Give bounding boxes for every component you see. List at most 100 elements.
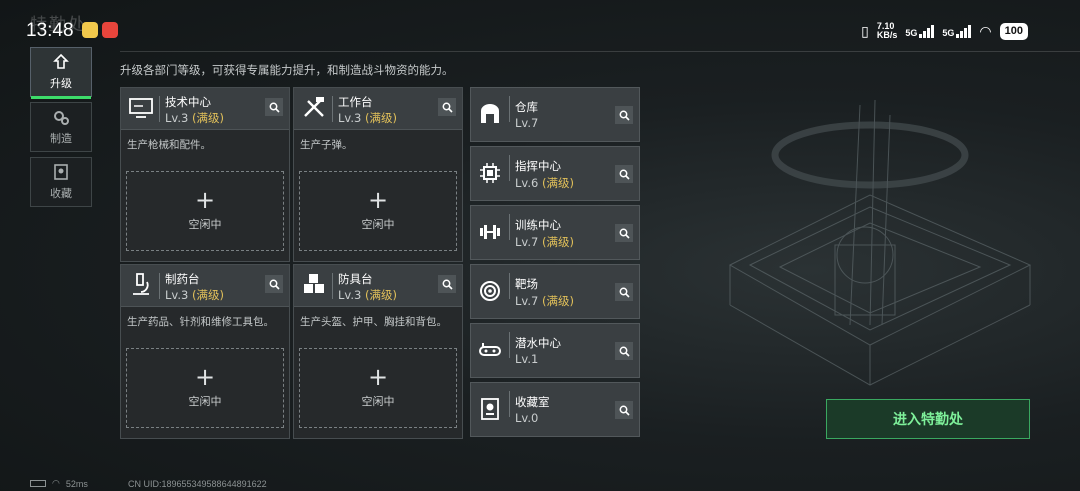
facility-row-diving-center[interactable]: 潜水中心 Lv.1 xyxy=(470,323,640,378)
chip-icon xyxy=(480,163,500,183)
nav-label: 收藏 xyxy=(50,187,72,200)
facility-level: Lv.3 xyxy=(338,288,362,302)
facility-card-pharmacy[interactable]: 制药台 Lv.3 (满级) 生产药品、针剂和维修工具包。 + 空闲中 xyxy=(120,264,290,439)
production-slot[interactable]: + 空闲中 xyxy=(126,348,284,428)
app-notification-icon xyxy=(102,22,118,38)
production-slot[interactable]: + 空闲中 xyxy=(299,171,457,251)
facility-level: Lv.7 xyxy=(515,294,539,308)
status-indicators: ▯ 7.10 KB/s 5G 5G ◠ 100 xyxy=(861,22,1028,40)
facility-level: Lv.3 xyxy=(165,288,189,302)
nav-upgrade[interactable]: 升级 xyxy=(30,47,92,99)
facility-description: 生产药品、针剂和维修工具包。 xyxy=(127,316,274,328)
search-button[interactable] xyxy=(615,106,633,124)
base-wireframe-art xyxy=(728,99,1032,386)
facility-row-command-center[interactable]: 指挥中心 Lv.6 (满级) xyxy=(470,146,640,201)
battery-indicator: 100 xyxy=(999,22,1028,40)
max-badge: (满级) xyxy=(191,288,224,302)
slot-status: 空闲中 xyxy=(188,218,222,231)
facility-name: 指挥中心 xyxy=(515,159,561,173)
trophy-icon xyxy=(481,398,499,420)
status-time: 13:48 xyxy=(26,20,74,41)
facility-name: 技术中心 xyxy=(165,95,211,109)
search-icon xyxy=(619,228,630,239)
facility-card-workbench[interactable]: 工作台 Lv.3 (满级) 生产子弹。 + 空闲中 xyxy=(293,87,463,262)
search-button[interactable] xyxy=(265,275,283,293)
search-button[interactable] xyxy=(615,401,633,419)
search-button[interactable] xyxy=(265,98,283,116)
nav-craft[interactable]: 制造 xyxy=(30,102,92,152)
max-badge: (满级) xyxy=(364,111,397,125)
production-slot[interactable]: + 空闲中 xyxy=(299,348,457,428)
slot-status: 空闲中 xyxy=(361,395,395,408)
plus-icon: + xyxy=(367,363,389,391)
nav-label: 升级 xyxy=(50,77,72,90)
monitor-icon xyxy=(129,98,153,118)
facility-row-warehouse[interactable]: 仓库 Lv.7 xyxy=(470,87,640,142)
diving-icon xyxy=(479,343,501,356)
facility-row-training-center[interactable]: 训练中心 Lv.7 (满级) xyxy=(470,205,640,260)
cubes-icon xyxy=(304,274,324,293)
slot-status: 空闲中 xyxy=(188,395,222,408)
facility-row-shooting-range[interactable]: 靶场 Lv.7 (满级) xyxy=(470,264,640,319)
facility-level: Lv.7 xyxy=(515,235,539,249)
microscope-icon xyxy=(133,273,149,295)
nav-collection[interactable]: 收藏 xyxy=(30,157,92,207)
slot-status: 空闲中 xyxy=(361,218,395,231)
search-icon xyxy=(619,110,630,121)
tools-icon xyxy=(304,97,324,117)
production-slot[interactable]: + 空闲中 xyxy=(126,171,284,251)
enter-special-ops-button[interactable]: 进入特勤处 xyxy=(826,399,1030,439)
search-button[interactable] xyxy=(615,224,633,242)
facility-level: Lv.3 xyxy=(165,111,189,125)
facility-name: 仓库 xyxy=(515,100,538,114)
plus-icon: + xyxy=(194,186,216,214)
facility-name: 防具台 xyxy=(338,272,373,286)
facility-name: 制药台 xyxy=(165,272,200,286)
ping-value: 52ms xyxy=(65,478,88,489)
warehouse-icon xyxy=(481,104,499,123)
search-button[interactable] xyxy=(615,165,633,183)
page-description: 升级各部门等级，可获得专属能力提升，和制造战斗物资的能力。 xyxy=(120,63,454,77)
facility-row-collection-room[interactable]: 收藏室 Lv.0 xyxy=(470,382,640,437)
search-button[interactable] xyxy=(438,98,456,116)
wifi-icon: ◠ xyxy=(979,22,992,39)
facility-name: 训练中心 xyxy=(515,218,561,232)
search-icon xyxy=(619,287,630,298)
facility-level: Lv.0 xyxy=(515,411,539,425)
facility-level: Lv.6 xyxy=(515,176,539,190)
plus-icon: + xyxy=(194,363,216,391)
player-uid: CN UID:18965534958864489162​2 xyxy=(128,479,267,489)
search-icon xyxy=(442,102,453,113)
wifi-icon: ◠ xyxy=(52,478,60,488)
facility-card-armor-bench[interactable]: 防具台 Lv.3 (满级) 生产头盔、护甲、胸挂和背包。 + 空闲中 xyxy=(293,264,463,439)
search-icon xyxy=(619,169,630,180)
search-icon xyxy=(269,102,280,113)
facility-level: Lv.7 xyxy=(515,116,539,130)
vibrate-icon: ▯ xyxy=(861,22,869,39)
sim1-label: 5G xyxy=(905,27,918,38)
nav-label: 制造 xyxy=(50,132,72,145)
app-notification-icon xyxy=(82,22,98,38)
facility-description: 生产子弹。 xyxy=(300,139,353,151)
max-badge: (满级) xyxy=(541,294,574,308)
facility-name: 潜水中心 xyxy=(515,336,561,350)
header-divider xyxy=(120,51,1080,52)
facility-card-tech-center[interactable]: 技术中心 Lv.3 (满级) 生产枪械和配件。 + 空闲中 xyxy=(120,87,290,262)
plus-icon: + xyxy=(367,186,389,214)
facility-name: 靶场 xyxy=(515,277,538,291)
gears-icon xyxy=(54,111,69,125)
battery-mini-icon xyxy=(30,480,46,487)
facility-level: Lv.3 xyxy=(338,111,362,125)
search-button[interactable] xyxy=(615,342,633,360)
dumbbell-icon xyxy=(480,225,500,239)
search-icon xyxy=(619,346,630,357)
max-badge: (满级) xyxy=(541,176,574,190)
facility-description: 生产枪械和配件。 xyxy=(127,139,211,151)
search-button[interactable] xyxy=(438,275,456,293)
signal-icon xyxy=(956,24,972,38)
facility-description: 生产头盔、护甲、胸挂和背包。 xyxy=(300,316,447,328)
max-badge: (满级) xyxy=(364,288,397,302)
collection-icon xyxy=(54,164,68,180)
max-badge: (满级) xyxy=(191,111,224,125)
search-button[interactable] xyxy=(615,283,633,301)
